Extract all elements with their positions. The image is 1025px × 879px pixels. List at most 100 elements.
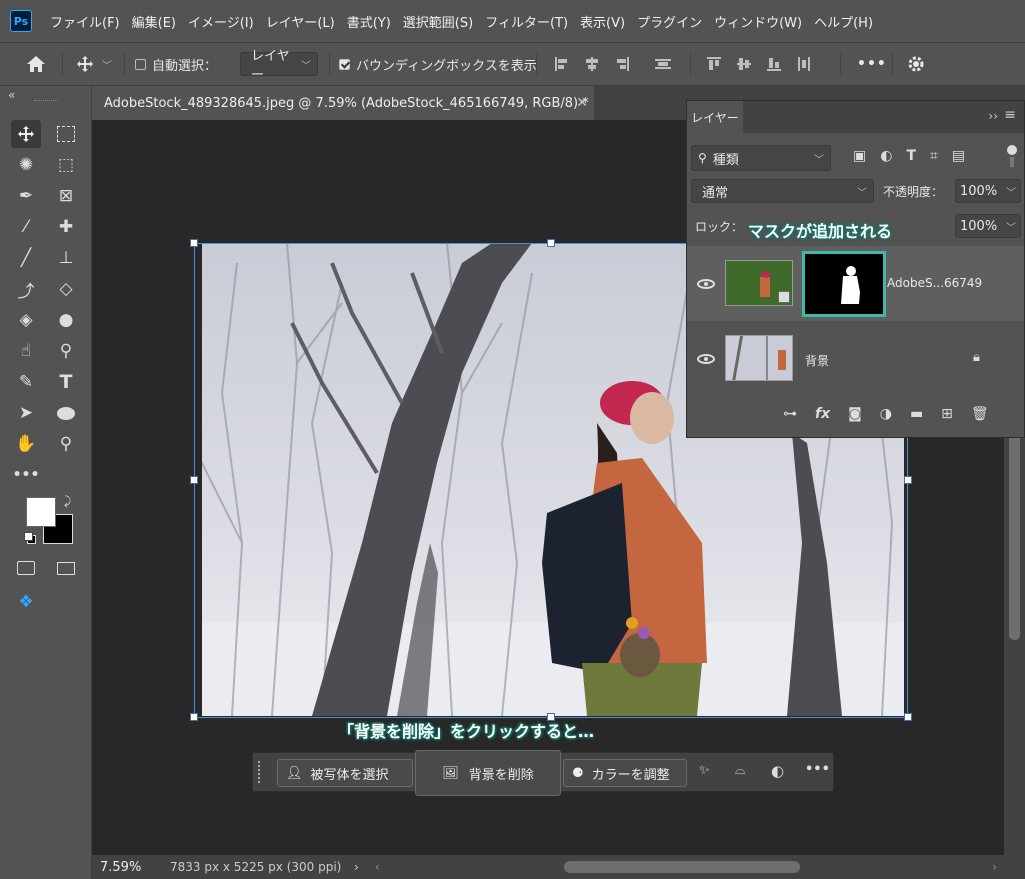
path-selection-tool[interactable]: ➤ [11, 399, 41, 427]
blur-tool[interactable]: ● [51, 306, 81, 334]
shape-filter-icon[interactable]: ⌗ [930, 148, 938, 164]
menu-select[interactable]: 選択範囲(S) [397, 12, 479, 31]
type-filter-icon[interactable]: T [906, 148, 916, 164]
adjustment-filter-icon[interactable]: ◐ [880, 148, 892, 164]
align-horizontal-center-icon[interactable] [584, 56, 600, 72]
foreground-color-swatch[interactable] [26, 497, 56, 527]
blend-mode-dropdown[interactable]: 通常 ﹀ [691, 179, 874, 203]
pen-slice-tool[interactable]: ✒ [11, 182, 41, 210]
quick-mask-button[interactable] [11, 554, 41, 582]
crop-select-tool[interactable]: ⬚ [51, 151, 81, 179]
toolbar-grip[interactable] [34, 100, 58, 103]
auto-select-target-dropdown[interactable]: レイヤー ﹀ [240, 49, 318, 83]
collapse-toolbar-button[interactable]: « [8, 88, 15, 102]
collapse-panel-icon[interactable]: ›› [988, 109, 998, 123]
transform-handle[interactable] [190, 239, 198, 247]
settings-button[interactable] [906, 43, 926, 85]
object-selection-tool[interactable]: ✺ [11, 151, 41, 179]
trash-icon[interactable]: 🗑︎ [971, 406, 989, 422]
contrast-icon[interactable]: ◐ [771, 762, 784, 780]
layer-row-selected[interactable]: AdobeS...66749 [687, 246, 1024, 321]
default-colors-icon[interactable] [24, 532, 36, 544]
select-subject-button[interactable]: 👤︎ 被写体を選択 [277, 759, 413, 787]
transform-handle[interactable] [904, 476, 912, 484]
image-filter-icon[interactable]: ▣ [853, 148, 866, 164]
brush-tool[interactable]: ╱ [11, 244, 41, 272]
menu-image[interactable]: イメージ(I) [182, 12, 260, 31]
panel-menu-icon[interactable]: ≡ [1004, 107, 1016, 123]
add-mask-icon[interactable]: ◙ [848, 406, 862, 422]
auto-select-checkbox[interactable]: 自動選択： [135, 43, 217, 85]
link-layers-icon[interactable]: ⊶ [783, 406, 797, 422]
fill-field[interactable]: 100% ﹀ [955, 214, 1021, 238]
layer-thumbnail[interactable] [725, 260, 793, 306]
show-bounding-box-checkbox[interactable]: バウンディングボックスを表示 [339, 43, 537, 85]
menu-window[interactable]: ウィンドウ(W) [708, 12, 808, 31]
layer-row[interactable]: 背景 🔒︎ [687, 321, 1024, 396]
zoom-tool[interactable]: ⚲ [51, 430, 81, 458]
new-group-icon[interactable]: ▬ [910, 406, 923, 422]
scroll-left-icon[interactable]: ‹ [375, 860, 380, 874]
magic-sparkle-icon[interactable]: ✨︎ [699, 763, 710, 778]
marquee-tool[interactable] [51, 120, 81, 148]
home-button[interactable] [26, 43, 46, 85]
menu-type[interactable]: 書式(Y) [341, 12, 397, 31]
more-button[interactable]: ••• [805, 762, 830, 777]
dodge-tool[interactable]: ⚲ [51, 337, 81, 365]
menu-filter[interactable]: フィルター(T) [479, 12, 574, 31]
close-icon[interactable]: ✕ [576, 95, 588, 111]
healing-brush-tool[interactable]: ✚ [51, 213, 81, 241]
move-tool-preset[interactable]: ﹀ [76, 43, 112, 85]
layers-tab[interactable]: レイヤー [687, 101, 743, 133]
transform-icon[interactable]: ⌓ [735, 763, 745, 778]
layer-filter-dropdown[interactable]: ⚲ 種類 ﹀ [691, 145, 831, 171]
scroll-right-icon[interactable]: › [992, 860, 997, 874]
swap-colors-icon[interactable]: ⤸ [64, 494, 71, 509]
layer-thumbnail[interactable] [725, 335, 793, 381]
menu-edit[interactable]: 編集(E) [126, 12, 182, 31]
frame-tool[interactable]: ⊠ [51, 182, 81, 210]
fx-icon[interactable]: fx [815, 406, 830, 422]
move-tool[interactable] [11, 120, 41, 148]
transform-handle[interactable] [190, 476, 198, 484]
clone-stamp-tool[interactable]: ⊥ [51, 244, 81, 272]
distribute-button[interactable] [654, 43, 672, 85]
vertical-scroll-thumb[interactable] [1009, 430, 1020, 640]
zoom-level[interactable]: 7.59% [92, 860, 170, 875]
eyedropper-tool[interactable]: ⁄ [11, 213, 41, 241]
smart-object-filter-icon[interactable]: ▤ [952, 148, 965, 164]
smudge-tool[interactable]: ☝ [11, 337, 41, 365]
drag-handle[interactable] [258, 761, 264, 783]
menu-help[interactable]: ヘルプ(H) [808, 12, 879, 31]
align-right-icon[interactable] [614, 56, 630, 72]
new-layer-icon[interactable]: ⊞ [941, 406, 953, 422]
visibility-eye-icon[interactable] [697, 354, 715, 364]
menu-view[interactable]: 表示(V) [574, 12, 631, 31]
more-options-button[interactable]: ••• [857, 43, 887, 85]
menu-layer[interactable]: レイヤー(L) [260, 12, 341, 31]
align-left-icon[interactable] [554, 56, 570, 72]
align-bottom-icon[interactable] [766, 56, 782, 72]
pen-tool[interactable]: ✎ [11, 368, 41, 396]
menu-plugins[interactable]: プラグイン [631, 12, 708, 31]
visibility-eye-icon[interactable] [697, 279, 715, 289]
history-brush-tool[interactable]: ⤴ [11, 275, 41, 303]
chevron-right-icon[interactable]: › [354, 860, 359, 874]
document-tab[interactable]: AdobeStock_489328645.jpeg @ 7.59% (Adobe… [92, 86, 594, 120]
layer-mask-thumbnail[interactable] [802, 251, 886, 317]
ellipse-tool[interactable] [51, 399, 81, 427]
edit-toolbar-button[interactable]: ••• [11, 461, 41, 489]
generative-fill-button[interactable]: ❖ [11, 588, 41, 616]
align-top-icon[interactable] [706, 56, 722, 72]
menu-file[interactable]: ファイル(F) [44, 12, 126, 31]
transform-handle[interactable] [190, 713, 198, 721]
hand-tool[interactable]: ✋ [11, 430, 41, 458]
paint-bucket-tool[interactable]: ◈ [11, 306, 41, 334]
distribute-vertical-icon[interactable] [796, 56, 812, 72]
type-tool[interactable]: T [51, 368, 81, 396]
transform-handle[interactable] [547, 239, 555, 247]
adjustment-layer-icon[interactable]: ◑ [880, 406, 892, 422]
eraser-tool[interactable]: ◇ [51, 275, 81, 303]
transform-handle[interactable] [904, 713, 912, 721]
filter-toggle[interactable] [1007, 145, 1017, 169]
